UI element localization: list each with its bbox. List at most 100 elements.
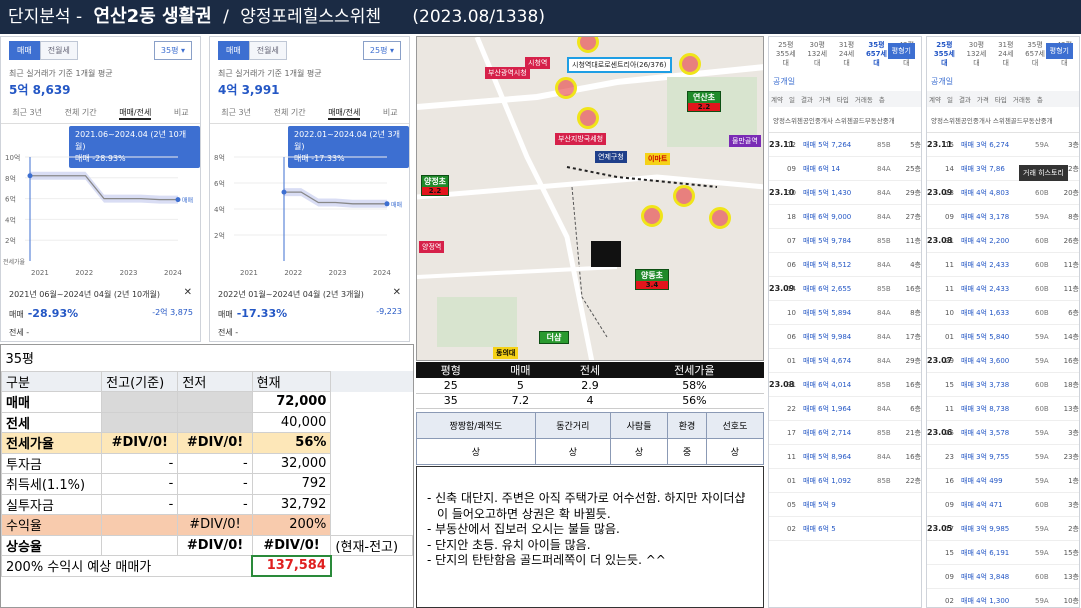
trade-row[interactable]: 06 매매 5억 9,984 84A 17층 xyxy=(769,325,921,349)
map-complex-marker[interactable] xyxy=(641,205,663,227)
tab-rent[interactable]: 전월세 xyxy=(248,41,287,60)
pyeong-select[interactable]: 25평 ▾ xyxy=(362,41,401,60)
trade-row[interactable]: 22 매매 6억 1,964 84A 6층 xyxy=(769,397,921,421)
trade-row[interactable]: 23.09 23 매매 4억 4,803 60B 20층 xyxy=(927,181,1079,205)
trade-row[interactable]: 23.09 14 매매 6억 2,655 85B 16층 xyxy=(769,277,921,301)
map-school-yangjeong[interactable]: 양정초 2.2 xyxy=(421,175,449,196)
column-header[interactable]: 타입 xyxy=(837,94,849,104)
pyeong-tab[interactable]: 25평 355세대 xyxy=(931,41,958,68)
trade-type: 84A xyxy=(877,452,891,461)
map-complex-marker[interactable] xyxy=(709,207,731,229)
pyeong-tab[interactable]: 31평 24세대 xyxy=(995,41,1016,68)
trade-row[interactable]: 23.07 29 매매 4억 3,600 59A 16층 xyxy=(927,349,1079,373)
map-label-emart[interactable]: 이마트 xyxy=(645,153,671,165)
pyeong-tab[interactable]: 25평 355세대 xyxy=(773,41,798,68)
trade-row[interactable]: 10 매매 5억 5,894 84A 8층 xyxy=(769,301,921,325)
map-label-dongeui[interactable]: 동의대 xyxy=(493,347,519,359)
pyeong-select[interactable]: 35평 ▾ xyxy=(153,41,192,60)
tab-all[interactable]: 전체 기간 xyxy=(65,107,97,120)
pyeong-button[interactable]: 평형기 xyxy=(887,43,915,59)
column-header[interactable]: 층 xyxy=(1037,94,1043,104)
area-map[interactable]: 시청역 시청역대로로센트리아(26/376) 부산광역시청 부산지방국세청 연제… xyxy=(416,36,764,361)
trade-row[interactable]: 01 매매 5억 5,840 59A 14층 xyxy=(927,325,1079,349)
pyeong-tab[interactable]: 35평 657세대 xyxy=(863,41,890,68)
column-header[interactable]: 결과 xyxy=(801,94,813,104)
column-header[interactable]: 거래동 xyxy=(1013,94,1031,104)
trade-row[interactable]: 09 매매 4억 471 60B 3층 xyxy=(927,493,1079,517)
pyeong-tab[interactable]: 35평 657세대 xyxy=(1022,41,1047,68)
tab-all[interactable]: 전체 기간 xyxy=(274,107,306,120)
trade-row[interactable]: 23 매매 3억 9,755 59A 23층 xyxy=(927,445,1079,469)
agent-row: 양정스위첸공인중개사 스위첸골드부동산중개 xyxy=(927,107,1079,133)
map-label-tax-office[interactable]: 부산지방국세청 xyxy=(555,133,607,145)
column-header[interactable]: 거래동 xyxy=(855,94,873,104)
trade-row[interactable]: 18 매매 6억 9,000 84A 27층 xyxy=(769,205,921,229)
tab-sale-jeonse[interactable]: 매매/전세 xyxy=(328,107,361,120)
trade-row[interactable]: 15 매매 4억 6,191 59A 15층 xyxy=(927,541,1079,565)
column-header[interactable]: 일 xyxy=(789,94,795,104)
pyeong-tab[interactable]: 31평 24세대 xyxy=(836,41,857,68)
map-complex-marker[interactable] xyxy=(679,53,701,75)
map-label-yangjeong-station[interactable]: 양정역 xyxy=(419,241,445,253)
pyeong-button[interactable]: 평형기 xyxy=(1045,43,1073,59)
trade-row[interactable]: 01 매매 6억 1,092 85B 22층 xyxy=(769,469,921,493)
trade-row[interactable]: 06 매매 5억 8,512 84A 4층 xyxy=(769,253,921,277)
trade-row[interactable]: 05 매매 5억 9 xyxy=(769,493,921,517)
trade-row[interactable]: 23.11 12 매매 5억 7,264 85B 5층 xyxy=(769,133,921,157)
trade-row[interactable]: 09 매매 6억 14 84A 25층 xyxy=(769,157,921,181)
map-hospital[interactable]: 더샵 xyxy=(539,331,569,344)
map-label-mulmangol[interactable]: 물만골역 xyxy=(729,135,761,147)
rating-header: 선호도 xyxy=(705,412,765,439)
trade-row[interactable]: 11 매매 5억 8,964 84A 16층 xyxy=(769,445,921,469)
map-label-yeonje-gu[interactable]: 연제구청 xyxy=(595,151,627,163)
trade-row[interactable]: 23.08 31 매매 4억 2,200 60B 26층 xyxy=(927,229,1079,253)
trade-row[interactable]: 02 매매 4억 1,300 59A 10층 xyxy=(927,589,1079,607)
column-header[interactable]: 계약 xyxy=(929,94,941,104)
trade-row[interactable]: 16 매매 4억 499 59A 1층 xyxy=(927,469,1079,493)
column-header[interactable]: 계약 xyxy=(771,94,783,104)
map-complex-marker[interactable] xyxy=(673,185,695,207)
tab-3y[interactable]: 최근 3년 xyxy=(12,107,42,120)
trade-row[interactable]: 09 매매 4억 3,178 59A 8층 xyxy=(927,205,1079,229)
sort-label[interactable]: 공개일 xyxy=(769,70,921,91)
pyeong-tab[interactable]: 30평 132세대 xyxy=(804,41,829,68)
trade-row[interactable]: 23.08 31 매매 6억 4,014 85B 16층 xyxy=(769,373,921,397)
pyeong-tab[interactable]: 30평 132세대 xyxy=(964,41,989,68)
column-header[interactable]: 가격 xyxy=(977,94,989,104)
tab-rent[interactable]: 전월세 xyxy=(39,41,78,60)
trade-row[interactable]: 15 매매 3억 3,738 60B 18층 xyxy=(927,373,1079,397)
trade-row[interactable]: 07 매매 5억 9,784 85B 11층 xyxy=(769,229,921,253)
tab-3y[interactable]: 최근 3년 xyxy=(221,107,251,120)
trade-row[interactable]: 02 매매 6억 5 xyxy=(769,517,921,541)
column-header[interactable]: 층 xyxy=(879,94,885,104)
tab-compare[interactable]: 비교 xyxy=(383,107,398,120)
map-school-yangdong[interactable]: 양동초 3.4 xyxy=(635,269,669,290)
trade-row[interactable]: 23.10 30 매매 5억 1,430 84A 29층 xyxy=(769,181,921,205)
column-header[interactable]: 가격 xyxy=(819,94,831,104)
sort-label[interactable]: 공개일 xyxy=(927,70,1079,91)
column-header[interactable]: 결과 xyxy=(959,94,971,104)
close-icon[interactable]: ✕ xyxy=(393,287,401,298)
trade-row[interactable]: 11 매매 4억 2,433 60B 11층 xyxy=(927,277,1079,301)
map-complex-marker[interactable] xyxy=(577,107,599,129)
trade-row[interactable]: 23.11 15 매매 3억 6,274 59A 3층 xyxy=(927,133,1079,157)
trade-row[interactable]: 11 매매 3억 8,738 60B 13층 xyxy=(927,397,1079,421)
trade-row[interactable]: 23.05 17 매매 3억 9,985 59A 2층 xyxy=(927,517,1079,541)
trade-row[interactable]: 01 매매 5억 4,674 84A 29층 xyxy=(769,349,921,373)
map-label-sentria[interactable]: 시청역대로로센트리아(26/376) xyxy=(567,57,672,73)
trade-row[interactable]: 10 매매 4억 1,633 60B 6층 xyxy=(927,301,1079,325)
trade-row[interactable]: 23.06 25 매매 4억 3,578 59A 3층 xyxy=(927,421,1079,445)
tab-compare[interactable]: 비교 xyxy=(174,107,189,120)
trade-row[interactable]: 17 매매 6억 2,714 85B 21층 xyxy=(769,421,921,445)
close-icon[interactable]: ✕ xyxy=(184,287,192,298)
trade-row[interactable]: 11 매매 4억 2,433 60B 11층 xyxy=(927,253,1079,277)
column-header[interactable]: 일 xyxy=(947,94,953,104)
column-header[interactable]: 타입 xyxy=(995,94,1007,104)
map-complex-marker[interactable] xyxy=(555,77,577,99)
tab-sale[interactable]: 매매 xyxy=(9,41,40,60)
tab-sale-jeonse[interactable]: 매매/전세 xyxy=(119,107,152,120)
map-label-busan-city[interactable]: 부산광역시청 xyxy=(485,67,530,79)
map-school-yeonsan[interactable]: 연산초 2.2 xyxy=(687,91,721,112)
tab-sale[interactable]: 매매 xyxy=(218,41,249,60)
trade-row[interactable]: 09 매매 4억 3,848 60B 13층 xyxy=(927,565,1079,589)
